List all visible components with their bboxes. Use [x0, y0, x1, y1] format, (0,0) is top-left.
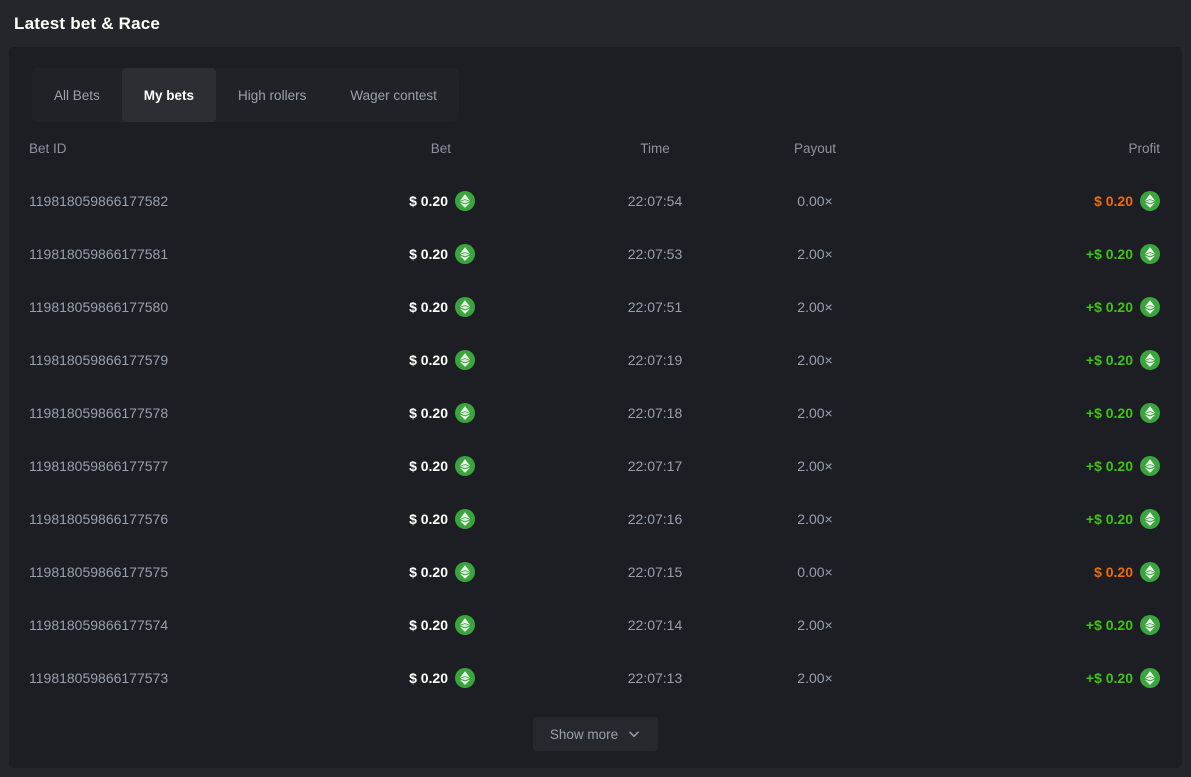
- bet-time: 22:07:19: [555, 352, 755, 368]
- bet-amount: $ 0.20: [409, 670, 448, 686]
- bets-table-body: 119818059866177582$ 0.2022:07:540.00×$ 0…: [9, 174, 1182, 704]
- ethereum-coin-icon: [455, 350, 475, 370]
- bet-payout: 2.00×: [755, 246, 875, 262]
- table-header-row: Bet ID Bet Time Payout Profit: [9, 122, 1182, 174]
- bet-profit: +$ 0.20: [1086, 405, 1133, 421]
- tab-all-bets[interactable]: All Bets: [32, 68, 122, 122]
- table-row: 119818059866177580 $ 0.20 22:07:512.00× +$ …: [9, 280, 1182, 333]
- table-row: 119818059866177574 $ 0.20 22:07:142.00× +$ …: [9, 598, 1182, 651]
- bet-id-link[interactable]: 119818059866177580: [29, 299, 279, 315]
- bet-payout: 2.00×: [755, 670, 875, 686]
- bet-id-link[interactable]: 119818059866177578: [29, 405, 279, 421]
- bet-profit: +$ 0.20: [1086, 246, 1133, 262]
- ethereum-coin-icon: [455, 191, 475, 211]
- table-row: 119818059866177579 $ 0.20 22:07:192.00× +$ …: [9, 333, 1182, 386]
- show-more-label: Show more: [550, 727, 618, 742]
- bet-time: 22:07:15: [555, 564, 755, 580]
- ethereum-coin-icon: [455, 668, 475, 688]
- ethereum-coin-icon: [455, 403, 475, 423]
- ethereum-coin-icon: [1140, 191, 1160, 211]
- ethereum-coin-icon: [455, 615, 475, 635]
- chevron-down-icon: [627, 727, 641, 741]
- column-header-time: Time: [555, 141, 755, 156]
- ethereum-coin-icon: [455, 244, 475, 264]
- table-row: 119818059866177581 $ 0.20 22:07:532.00× +$ …: [9, 227, 1182, 280]
- tab-my-bets[interactable]: My bets: [122, 68, 216, 122]
- bet-payout: 0.00×: [755, 193, 875, 209]
- bet-amount: $ 0.20: [409, 193, 448, 209]
- bet-payout: 2.00×: [755, 511, 875, 527]
- bet-time: 22:07:16: [555, 511, 755, 527]
- bet-id-link[interactable]: 119818059866177581: [29, 246, 279, 262]
- bet-id-link[interactable]: 119818059866177577: [29, 458, 279, 474]
- column-header-payout: Payout: [755, 141, 875, 156]
- latest-bets-panel: All BetsMy betsHigh rollersWager contest…: [9, 47, 1182, 768]
- bet-payout: 2.00×: [755, 352, 875, 368]
- bet-profit: $ 0.20: [1094, 193, 1133, 209]
- ethereum-coin-icon: [1140, 509, 1160, 529]
- bet-time: 22:07:17: [555, 458, 755, 474]
- bet-payout: 0.00×: [755, 564, 875, 580]
- ethereum-coin-icon: [1140, 668, 1160, 688]
- ethereum-coin-icon: [455, 297, 475, 317]
- bet-profit: +$ 0.20: [1086, 458, 1133, 474]
- column-header-bet: Bet: [279, 141, 475, 156]
- bet-id-link[interactable]: 119818059866177576: [29, 511, 279, 527]
- ethereum-coin-icon: [455, 562, 475, 582]
- bet-amount: $ 0.20: [409, 246, 448, 262]
- ethereum-coin-icon: [1140, 615, 1160, 635]
- bet-amount: $ 0.20: [409, 564, 448, 580]
- bet-time: 22:07:18: [555, 405, 755, 421]
- bet-amount: $ 0.20: [409, 352, 448, 368]
- table-row: 119818059866177577 $ 0.20 22:07:172.00× +$ …: [9, 439, 1182, 492]
- bet-payout: 2.00×: [755, 405, 875, 421]
- ethereum-coin-icon: [1140, 297, 1160, 317]
- bet-profit: +$ 0.20: [1086, 299, 1133, 315]
- bet-payout: 2.00×: [755, 617, 875, 633]
- bet-amount: $ 0.20: [409, 458, 448, 474]
- ethereum-coin-icon: [455, 509, 475, 529]
- tab-wager-contest[interactable]: Wager contest: [328, 68, 459, 122]
- ethereum-coin-icon: [1140, 403, 1160, 423]
- bet-time: 22:07:53: [555, 246, 755, 262]
- column-header-profit: Profit: [875, 141, 1160, 156]
- ethereum-coin-icon: [455, 456, 475, 476]
- bet-id-link[interactable]: 119818059866177573: [29, 670, 279, 686]
- bet-id-link[interactable]: 119818059866177582: [29, 193, 279, 209]
- bet-id-link[interactable]: 119818059866177579: [29, 352, 279, 368]
- bet-amount: $ 0.20: [409, 405, 448, 421]
- table-row: 119818059866177578 $ 0.20 22:07:182.00× +$ …: [9, 386, 1182, 439]
- section-titlebar: Latest bet & Race: [0, 0, 1191, 47]
- page-title: Latest bet & Race: [14, 14, 160, 34]
- bet-profit: +$ 0.20: [1086, 511, 1133, 527]
- bet-payout: 2.00×: [755, 458, 875, 474]
- bet-time: 22:07:51: [555, 299, 755, 315]
- bet-amount: $ 0.20: [409, 299, 448, 315]
- bet-time: 22:07:54: [555, 193, 755, 209]
- show-more-button[interactable]: Show more: [533, 717, 658, 751]
- bets-tab-bar: All BetsMy betsHigh rollersWager contest: [32, 68, 459, 122]
- ethereum-coin-icon: [1140, 456, 1160, 476]
- bet-amount: $ 0.20: [409, 617, 448, 633]
- ethereum-coin-icon: [1140, 244, 1160, 264]
- tab-high-rollers[interactable]: High rollers: [216, 68, 328, 122]
- bet-profit: +$ 0.20: [1086, 352, 1133, 368]
- bet-profit: +$ 0.20: [1086, 617, 1133, 633]
- bet-time: 22:07:13: [555, 670, 755, 686]
- ethereum-coin-icon: [1140, 350, 1160, 370]
- column-header-bet-id: Bet ID: [29, 141, 279, 156]
- bet-id-link[interactable]: 119818059866177575: [29, 564, 279, 580]
- table-row: 119818059866177576 $ 0.20 22:07:162.00× +$ …: [9, 492, 1182, 545]
- bet-amount: $ 0.20: [409, 511, 448, 527]
- table-row: 119818059866177575 $ 0.20 22:07:150.00× $ 0…: [9, 545, 1182, 598]
- show-more-container: Show more: [9, 717, 1182, 751]
- bet-payout: 2.00×: [755, 299, 875, 315]
- bet-profit: +$ 0.20: [1086, 670, 1133, 686]
- bet-id-link[interactable]: 119818059866177574: [29, 617, 279, 633]
- table-row: 119818059866177582 $ 0.20 22:07:540.00× $ 0…: [9, 174, 1182, 227]
- bet-time: 22:07:14: [555, 617, 755, 633]
- table-row: 119818059866177573 $ 0.20 22:07:132.00× +$ …: [9, 651, 1182, 704]
- bet-profit: $ 0.20: [1094, 564, 1133, 580]
- ethereum-coin-icon: [1140, 562, 1160, 582]
